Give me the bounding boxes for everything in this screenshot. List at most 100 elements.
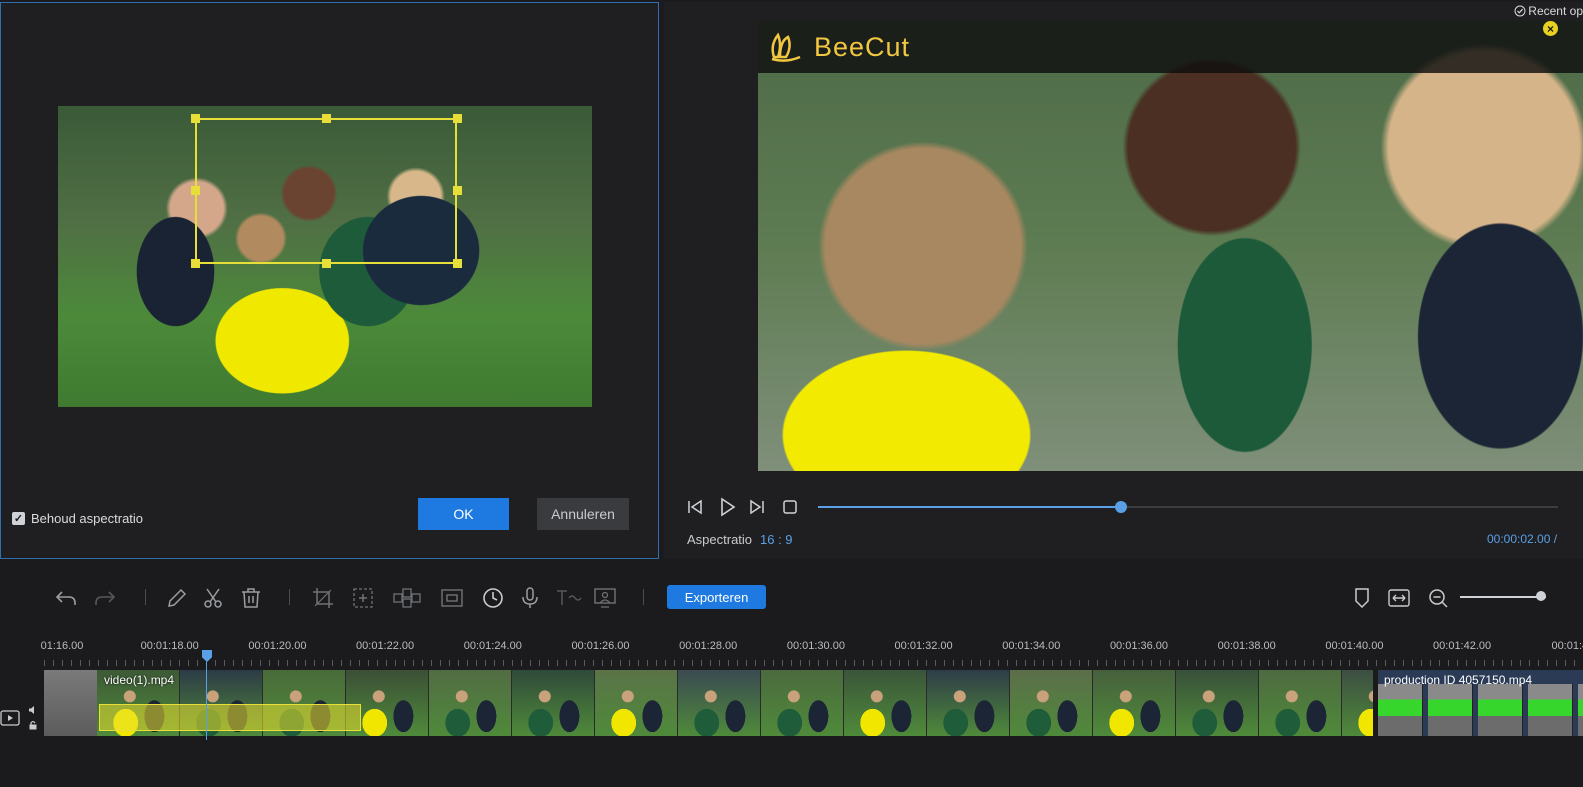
play-button[interactable]: [716, 496, 738, 518]
ruler-tick-label: 00:01:32.00: [894, 640, 953, 652]
toolbar-separator: [145, 589, 146, 605]
scissors-icon: [204, 588, 222, 608]
marker-button[interactable]: [1350, 586, 1374, 610]
clip-second-name: production ID 4057150.mp4: [1384, 673, 1533, 687]
previous-frame-button[interactable]: [685, 497, 705, 517]
aspect-ratio-value[interactable]: 16 : 9: [760, 532, 793, 547]
edit-button[interactable]: [165, 586, 189, 610]
ruler-tick-label: 00:01:28.00: [679, 640, 738, 652]
speech-to-text-button[interactable]: [555, 586, 583, 610]
step-back-icon: [688, 499, 702, 515]
ok-button[interactable]: OK: [418, 498, 509, 530]
ruler-tick-label: 00:01:30.00: [786, 640, 845, 652]
crop-selection-box[interactable]: [195, 118, 457, 264]
split-button[interactable]: [201, 586, 225, 610]
clip-previous[interactable]: [44, 670, 97, 736]
ruler-tick-label: 00:01:34.00: [1002, 640, 1061, 652]
mosaic-icon: [393, 588, 421, 608]
clock-icon: [483, 588, 503, 608]
clip-thumbnail: [1342, 670, 1373, 736]
track-header: [0, 667, 44, 737]
screen-record-button[interactable]: [593, 586, 617, 610]
crop-handle-bottom[interactable]: [322, 259, 331, 268]
zoom-slider[interactable]: [1460, 596, 1546, 598]
redo-button[interactable]: [93, 586, 117, 610]
cancel-button[interactable]: Annuleren: [537, 498, 629, 530]
preview-video: [758, 21, 1583, 471]
clip-selection-overlay[interactable]: [99, 704, 361, 731]
lock-icon[interactable]: [28, 720, 38, 730]
timecode: 00:00:02.00 /: [1487, 532, 1558, 546]
crop-handle-left[interactable]: [191, 186, 200, 195]
ruler-tick-label: 00:01:26.00: [571, 640, 630, 652]
crop-handle-bottom-left[interactable]: [191, 259, 200, 268]
watermark-bar: BeeCut: [758, 21, 1583, 73]
ruler-tick-label: 00:01:24.00: [463, 640, 522, 652]
mosaic-button[interactable]: [392, 586, 422, 610]
close-icon[interactable]: ×: [1543, 21, 1558, 36]
voiceover-button[interactable]: [518, 586, 542, 610]
clip-thumbnail: [1176, 670, 1259, 736]
ruler-tick-label: 00:01:36.00: [1109, 640, 1169, 652]
speaker-icon[interactable]: [28, 705, 38, 715]
clip-thumbnail: [1528, 684, 1573, 736]
trash-icon: [242, 588, 260, 608]
marker-icon: [1355, 588, 1369, 609]
fit-width-icon: [1388, 589, 1410, 607]
resize-icon: [353, 588, 373, 608]
ruler-tick-label: 00:01:22.00: [356, 640, 415, 652]
play-icon: [721, 497, 736, 517]
stop-icon: [783, 500, 797, 514]
progress-fill: [818, 506, 1122, 508]
crop-handle-right[interactable]: [453, 186, 462, 195]
checkmark-icon: ✓: [12, 512, 25, 525]
stop-button[interactable]: [780, 497, 800, 517]
logo-text: BeeCut: [814, 31, 911, 62]
crop-handle-top[interactable]: [322, 114, 331, 123]
delete-button[interactable]: [239, 586, 263, 610]
monitor-person-icon: [594, 588, 616, 608]
clip-thumbnail: [927, 670, 1010, 736]
keep-aspect-label: Behoud aspectratio: [31, 511, 144, 526]
ruler-tick-label: 00:01:20.00: [248, 640, 307, 652]
crop-button[interactable]: [311, 586, 335, 610]
clip-main-name: video(1).mp4: [104, 673, 175, 687]
clip-thumbnail: [512, 670, 595, 736]
export-button[interactable]: Exporteren: [667, 585, 766, 609]
bee-logo-icon: [771, 32, 801, 62]
check-circle-icon: [1514, 5, 1526, 17]
next-frame-button[interactable]: [747, 497, 767, 517]
crop-handle-bottom-right[interactable]: [453, 259, 462, 268]
clip-thumbnail: [1259, 670, 1342, 736]
redo-icon: [95, 591, 116, 605]
zoom-out-button[interactable]: [1426, 586, 1450, 610]
undo-icon: [55, 591, 76, 605]
clip-thumbnail: [1578, 684, 1583, 736]
clip-thumbnail: [1093, 670, 1176, 736]
frame-icon: [441, 589, 463, 607]
keep-aspect-checkbox[interactable]: ✓ Behoud aspectratio: [12, 511, 143, 526]
speed-button[interactable]: [481, 586, 505, 610]
text-speech-icon: [557, 590, 582, 605]
clip-thumbnail: [844, 670, 927, 736]
clip-thumbnail: [1378, 684, 1423, 736]
video-track-icon: [0, 710, 20, 726]
zoom-slider-knob[interactable]: [1535, 591, 1546, 601]
ruler-tick-label: 01:16.00: [40, 640, 84, 652]
toolbar-separator: [643, 589, 644, 605]
clip-thumbnail: [1010, 670, 1093, 736]
ruler-tick-label: 00:01:4: [1551, 640, 1583, 652]
clip-thumbnail: [761, 670, 844, 736]
zoom-clip-button[interactable]: [351, 586, 375, 610]
ruler-tick-label: 00:01:18.00: [140, 640, 199, 652]
recent-operations[interactable]: Recent op: [1514, 4, 1583, 18]
undo-button[interactable]: [54, 586, 78, 610]
ruler-tick-label: 00:01:38.00: [1217, 640, 1276, 652]
crop-handle-top-left[interactable]: [191, 114, 200, 123]
timeline-empty-area: [0, 740, 1583, 787]
crop-handle-top-right[interactable]: [453, 114, 462, 123]
edit-toolbar: [0, 566, 1583, 628]
fit-timeline-button[interactable]: [1387, 586, 1411, 610]
freeze-frame-button[interactable]: [440, 586, 464, 610]
ruler-tick-label: 00:01:42.00: [1433, 640, 1492, 652]
